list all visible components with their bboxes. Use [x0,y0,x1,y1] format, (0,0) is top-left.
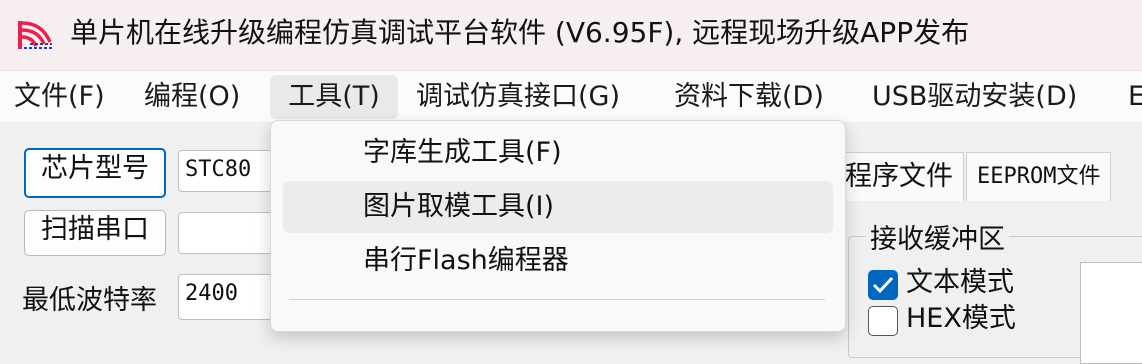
menu-item-label: 字库生成工具(F) [363,137,562,168]
menu-item-image-modulo-tool[interactable]: 图片取模工具(I) [283,181,833,233]
window-title: 单片机在线升级编程仿真调试平台软件 (V6.95F), 远程现场升级APP发布 [70,16,970,49]
receive-buffer-title: 接收缓冲区 [866,222,1009,258]
menu-item-serial-flash-programmer[interactable]: 串行Flash编程器 [283,235,833,287]
checkmark-icon [872,276,894,294]
title-bar: 单片机在线升级编程仿真调试平台软件 (V6.95F), 远程现场升级APP发布 [0,0,1142,70]
text-mode-checkbox[interactable] [868,270,898,300]
menu-usb-driver[interactable]: USB驱动安装(D) [872,79,1077,115]
receive-buffer-textarea[interactable] [1080,262,1142,364]
menu-overflow[interactable]: E [1128,79,1142,115]
menu-item-label: 图片取模工具(I) [363,191,555,222]
tools-dropdown-menu: 字库生成工具(F) 图片取模工具(I) 串行Flash编程器 [270,120,846,332]
hex-mode-checkbox[interactable] [868,306,898,336]
min-baud-label: 最低波特率 [22,285,157,316]
menu-item-label: 串行Flash编程器 [363,245,569,276]
menu-file[interactable]: 文件(F) [14,79,105,115]
tab-program-file[interactable]: 程序文件 [834,152,964,201]
tab-eeprom-file[interactable]: EEPROM文件 [966,152,1112,201]
text-mode-label: 文本模式 [906,267,1014,298]
menu-item-font-generator[interactable]: 字库生成工具(F) [283,127,833,179]
menu-bar: 文件(F) 编程(O) 工具(T) 调试仿真接口(G) 资料下载(D) USB驱… [0,70,1142,124]
menu-downloads[interactable]: 资料下载(D) [674,79,824,115]
menu-separator [289,299,825,300]
menu-tools[interactable]: 工具(T) [270,75,398,119]
app-logo-icon [18,21,52,49]
hex-mode-label: HEX模式 [906,303,1016,334]
chip-model-button[interactable]: 芯片型号 [24,148,166,198]
menu-program[interactable]: 编程(O) [144,79,240,115]
menu-debug-interface[interactable]: 调试仿真接口(G) [416,79,620,115]
scan-port-button[interactable]: 扫描串口 [24,210,166,256]
